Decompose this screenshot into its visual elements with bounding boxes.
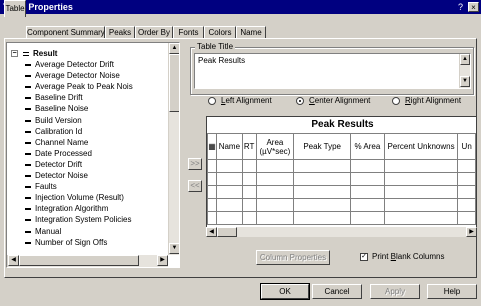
grid-col-peak-type[interactable]: Peak Type [293, 133, 352, 160]
collapse-icon[interactable]: − [11, 50, 18, 57]
grid-col-rt[interactable]: RT [241, 133, 257, 160]
field-icon [25, 163, 31, 166]
grid-title: Peak Results [311, 119, 374, 130]
title-scroll-down-icon[interactable]: ▼ [460, 76, 470, 87]
tree-item-label: Average Peak to Peak Nois [35, 82, 133, 92]
grid-col-un[interactable]: Un [457, 133, 476, 160]
grid-col-area[interactable]: Area (µV*sec) [255, 133, 295, 160]
tree-item-label: Detector Noise [35, 171, 88, 180]
field-icon [25, 186, 31, 189]
ok-button[interactable]: OK [260, 283, 310, 300]
scroll-right-icon[interactable]: ▶ [157, 255, 168, 266]
field-tree[interactable]: − Result Average Detector Drift Average D… [6, 42, 180, 268]
print-blank-label: lank Columns [396, 252, 445, 261]
add-column-button[interactable]: >> [188, 158, 202, 170]
tree-hscroll-thumb[interactable] [19, 255, 139, 266]
title-bar: Table Properties [0, 0, 481, 14]
tree-item-label: Date Processed [35, 148, 92, 158]
field-icon [25, 197, 31, 200]
grid-row [207, 198, 476, 212]
tree-item-label: Number of Sign Offs [35, 237, 108, 247]
center-alignment-dot [296, 97, 304, 105]
tab-table[interactable]: Table [4, 0, 26, 17]
field-icon [25, 208, 31, 211]
tree-item-label: Calibration Id [35, 126, 83, 136]
field-icon [25, 241, 31, 244]
center-alignment-label: enter Alignment [314, 96, 371, 105]
field-icon [25, 230, 31, 233]
tree-item-label: Manual [35, 226, 62, 236]
table-title-input[interactable]: Peak Results ▲ ▼ [194, 53, 471, 89]
field-icon [25, 152, 31, 155]
tree-item-label: Build Version [35, 115, 82, 125]
grid-horizontal-scrollbar[interactable]: ◀ ▶ [206, 227, 477, 237]
tree-item-label: Faults [35, 182, 57, 192]
help-icon[interactable]: ? [454, 1, 467, 13]
field-icon [25, 86, 31, 89]
table-title-value: Peak Results [198, 56, 246, 65]
field-icon [25, 141, 31, 144]
grid-header-row: ▦ Name RT Area (µV*sec) Peak Type % Area… [207, 133, 476, 160]
scroll-left-icon[interactable]: ◀ [8, 255, 19, 266]
grid-col-name[interactable]: Name [215, 133, 243, 160]
remove-column-button[interactable]: << [188, 180, 202, 192]
tree-item-label: Channel Name [35, 137, 89, 147]
table-preview-grid[interactable]: Peak Results ▦ Name RT Area (µV*sec) Pea… [206, 116, 477, 236]
field-icon [25, 75, 31, 78]
grid-hscroll-thumb[interactable] [217, 227, 237, 237]
scroll-up-icon[interactable]: ▲ [169, 43, 179, 54]
tree-item-label: Injection Volume (Result) [35, 193, 124, 203]
field-icon [25, 64, 31, 66]
grid-row [207, 172, 476, 186]
table-icon [23, 52, 29, 56]
grid-scroll-right-icon[interactable]: ▶ [466, 227, 477, 237]
table-properties-dialog: Table Properties ? × Table Component Sum… [0, 0, 481, 306]
field-icon [25, 119, 31, 122]
preview-table: ▦ Name RT Area (µV*sec) Peak Type % Area… [207, 133, 476, 225]
field-icon [25, 175, 31, 177]
left-alignment-dot [208, 97, 216, 105]
apply-button[interactable]: Apply [370, 284, 420, 299]
help-button[interactable]: Help [427, 284, 477, 299]
field-icon [25, 97, 31, 100]
column-properties-button[interactable]: Column Properties [256, 250, 330, 265]
scroll-down-icon[interactable]: ▼ [169, 243, 179, 254]
tree-item-label: Baseline Drift [35, 93, 83, 103]
tree-root-label: Result [33, 49, 58, 58]
grid-col-icon[interactable]: ▦ [207, 133, 217, 160]
field-icon [25, 130, 31, 133]
close-icon[interactable]: × [468, 2, 479, 12]
grid-row [207, 211, 476, 225]
cancel-button[interactable]: Cancel [312, 284, 362, 299]
tree-item-label: Integration System Policies [35, 215, 132, 225]
tree-item-label: Integration Algorithm [35, 204, 109, 214]
field-icon [25, 219, 31, 222]
table-title-label: Table Title [195, 42, 236, 52]
tree-horizontal-scrollbar[interactable]: ◀ ▶ [7, 255, 168, 267]
tree-item-label: Baseline Noise [35, 104, 89, 114]
print-blank-pre: Print [372, 252, 391, 261]
checkmark-icon: ✓ [360, 253, 368, 261]
left-alignment-label: eft Alignment [225, 96, 272, 105]
tree-item-label: Average Detector Drift [35, 60, 114, 69]
grid-scroll-left-icon[interactable]: ◀ [206, 227, 217, 237]
tree-scroll-thumb[interactable] [169, 54, 179, 112]
title-scroll-up-icon[interactable]: ▲ [460, 54, 470, 65]
right-alignment-dot [392, 97, 400, 105]
title-scrollbar[interactable]: ▲ ▼ [459, 54, 470, 88]
grid-row [207, 159, 476, 173]
grid-col-percent-area[interactable]: % Area [350, 133, 385, 160]
grid-row [207, 185, 476, 199]
field-icon [25, 108, 31, 111]
tree-vertical-scrollbar[interactable]: ▲ ▼ [168, 43, 179, 255]
tree-item-label: Detector Drift [35, 159, 83, 169]
grid-col-percent-unknowns[interactable]: Percent Unknowns [383, 133, 459, 160]
tree-item-label: Average Detector Noise [35, 71, 120, 81]
right-alignment-label: ight Alignment [410, 96, 462, 105]
